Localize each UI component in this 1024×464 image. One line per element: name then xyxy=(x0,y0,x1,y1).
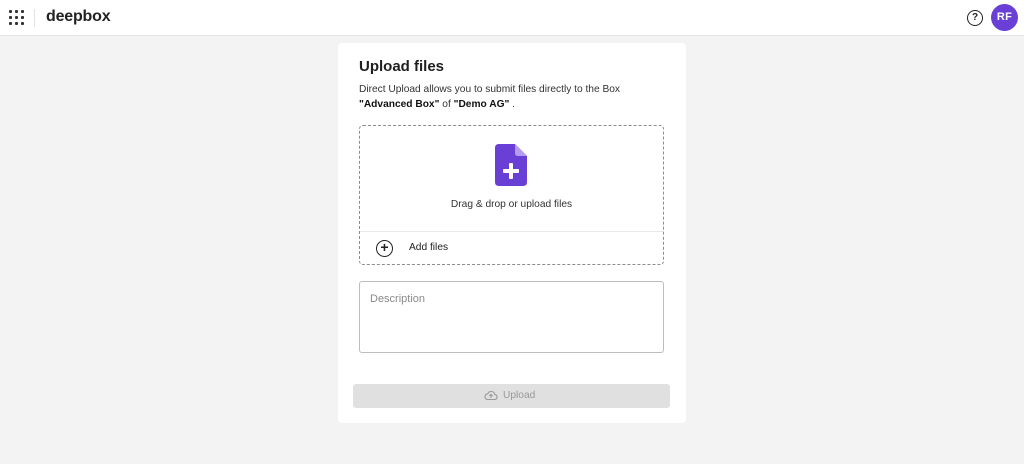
upload-button[interactable]: Upload xyxy=(353,384,670,408)
of-text: of xyxy=(442,99,451,110)
add-files-label: Add files xyxy=(409,242,449,253)
app-grid-icon[interactable] xyxy=(9,10,25,26)
help-icon[interactable]: ? xyxy=(967,10,983,26)
dropzone-label: Drag & drop or upload files xyxy=(450,199,573,210)
upload-button-label: Upload xyxy=(503,390,536,401)
file-plus-icon xyxy=(495,144,527,186)
plus-circle-icon: + xyxy=(376,240,393,257)
add-files-button[interactable]: + Add files xyxy=(360,232,663,265)
top-bar: deepbox ? RF xyxy=(0,0,1024,36)
upload-card: Upload files Direct Upload allows you to… xyxy=(338,43,686,423)
user-avatar[interactable]: RF xyxy=(991,4,1018,31)
deepbox-logo[interactable]: deepbox xyxy=(46,8,111,26)
file-dropzone[interactable]: Drag & drop or upload files + Add files xyxy=(359,125,664,265)
period-text: . xyxy=(512,99,516,110)
intro-sentence: Direct Upload allows you to submit files… xyxy=(359,84,621,95)
page-title: Upload files xyxy=(359,58,445,75)
box-name: "Advanced Box" xyxy=(359,99,440,110)
intro-text: Direct Upload allows you to submit files… xyxy=(359,82,669,112)
description-field[interactable] xyxy=(359,281,664,353)
cloud-upload-icon xyxy=(484,390,498,401)
header-divider xyxy=(34,9,35,27)
org-name: "Demo AG" xyxy=(453,99,510,110)
